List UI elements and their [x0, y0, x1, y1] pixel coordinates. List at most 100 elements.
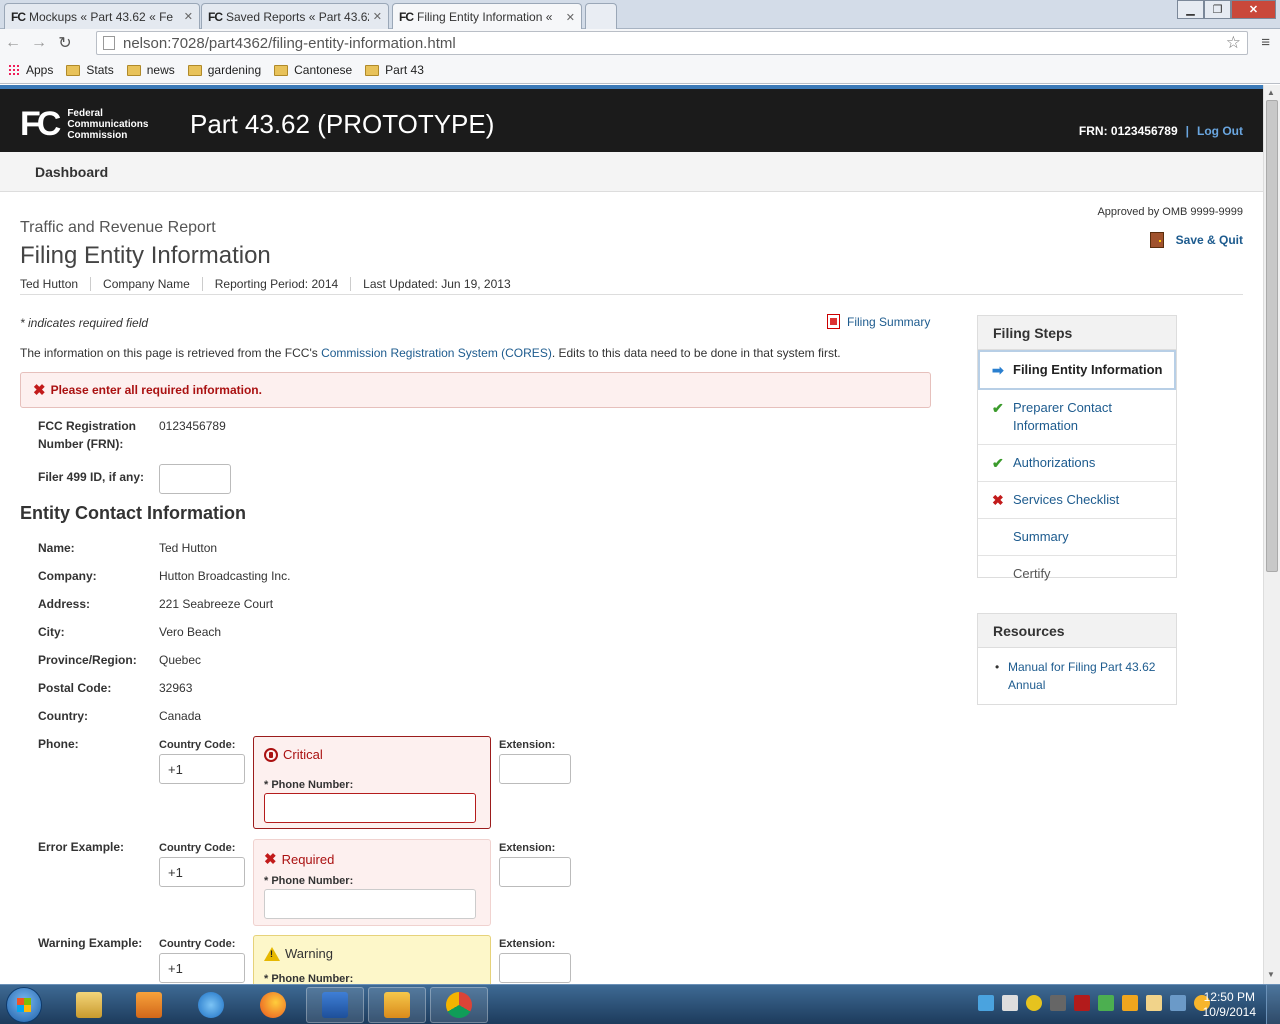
- filing-summary-link[interactable]: Filing Summary: [827, 314, 930, 329]
- phone-number-label: * Phone Number:: [264, 973, 354, 984]
- step-services-checklist[interactable]: ✖ Services Checklist: [978, 482, 1176, 519]
- scroll-thumb[interactable]: [1266, 100, 1278, 572]
- network-icon[interactable]: [1170, 995, 1186, 1011]
- mail-icon[interactable]: [1146, 995, 1162, 1011]
- address-bar[interactable]: nelson:7028/part4362/filing-entity-infor…: [96, 31, 1248, 55]
- close-window-button[interactable]: ✕: [1231, 0, 1276, 19]
- browser-toolbar: ← → ↻ nelson:7028/part4362/filing-entity…: [0, 29, 1280, 57]
- frn-label: FCC Registration Number (FRN):: [38, 417, 136, 453]
- outlook-icon: [384, 992, 410, 1018]
- bookmark-stats[interactable]: Stats: [66, 63, 114, 77]
- filer-id-input[interactable]: [159, 464, 231, 494]
- shield-icon[interactable]: [1074, 995, 1090, 1011]
- taskbar-word[interactable]: [306, 987, 364, 1023]
- save-quit-button[interactable]: Save & Quit: [1149, 232, 1243, 248]
- country-code-label: Country Code:: [159, 938, 236, 950]
- close-icon[interactable]: ✕: [373, 10, 382, 23]
- system-clock[interactable]: 12:50 PM 10/9/2014: [1203, 990, 1256, 1020]
- volume-icon[interactable]: [1002, 995, 1018, 1011]
- restore-button[interactable]: ❐: [1204, 0, 1231, 19]
- firefox-icon: [260, 992, 286, 1018]
- browser-menu-icon[interactable]: ≡: [1261, 34, 1270, 51]
- bookmark-label: Apps: [26, 63, 54, 77]
- country-code-input[interactable]: [159, 857, 245, 887]
- logout-link[interactable]: Log Out: [1197, 124, 1243, 138]
- bookmark-news[interactable]: news: [126, 63, 175, 77]
- extension-input[interactable]: [499, 857, 571, 887]
- bookmark-gardening[interactable]: gardening: [187, 63, 261, 77]
- taskbar-internet-explorer[interactable]: [182, 987, 240, 1023]
- close-icon[interactable]: ✕: [566, 11, 575, 24]
- resource-manual-link[interactable]: Manual for Filing Part 43.62 Annual: [995, 658, 1162, 694]
- filing-steps-panel: Filing Steps ➡ Filing Entity Information…: [977, 315, 1177, 581]
- required-label: Required: [281, 851, 335, 867]
- step-label: Services Checklist: [1013, 492, 1120, 507]
- clock-date: 10/9/2014: [1202, 1005, 1256, 1019]
- phone-number-input[interactable]: [264, 889, 476, 919]
- extension-label: Extension:: [499, 938, 556, 950]
- bookmark-star-icon[interactable]: ☆: [1226, 33, 1241, 53]
- site-title: Part 43.62 (PROTOTYPE): [190, 109, 495, 139]
- folder-icon: [66, 64, 81, 76]
- check-icon[interactable]: [1098, 995, 1114, 1011]
- vm-icon[interactable]: [1050, 995, 1066, 1011]
- bookmark-cantonese[interactable]: Cantonese: [274, 63, 352, 77]
- contact-label: City:: [38, 625, 65, 639]
- windows-taskbar: 12:50 PM 10/9/2014: [0, 984, 1280, 1024]
- page-viewport: FC Federal Communications Commission Par…: [0, 85, 1263, 984]
- step-summary[interactable]: Summary: [978, 519, 1176, 556]
- new-tab-button[interactable]: [585, 3, 617, 29]
- fcc-logo[interactable]: FC Federal Communications Commission: [20, 105, 148, 144]
- info-text: . Edits to this data need to be done in …: [551, 346, 841, 360]
- cores-info: The information on this page is retrieve…: [20, 346, 841, 360]
- bookmark-part43[interactable]: Part 43: [365, 63, 424, 77]
- frn-value: 0123456789: [159, 419, 226, 433]
- country-code-label: Country Code:: [159, 739, 236, 751]
- dropbox-icon[interactable]: [978, 995, 994, 1011]
- browser-tab-saved-reports[interactable]: FC Saved Reports « Part 43.62 ✕: [201, 3, 389, 29]
- phone-number-input[interactable]: [264, 793, 476, 823]
- meta-updated: Last Updated: Jun 19, 2013: [350, 277, 522, 291]
- stop-hand-icon: [264, 747, 278, 762]
- taskbar-explorer[interactable]: [60, 987, 118, 1023]
- country-code-input[interactable]: [159, 953, 245, 983]
- error-alert: ✖ Please enter all required information.: [20, 372, 931, 408]
- reload-icon[interactable]: ↻: [52, 33, 78, 53]
- scroll-up-icon[interactable]: ▲: [1267, 88, 1275, 97]
- agency-name: Federal Communications Commission: [67, 108, 148, 141]
- resources-panel: Resources Manual for Filing Part 43.62 A…: [977, 613, 1177, 705]
- extension-input[interactable]: [499, 754, 571, 784]
- bookmark-label: Stats: [86, 63, 114, 77]
- extension-input[interactable]: [499, 953, 571, 983]
- taskbar-outlook[interactable]: [368, 987, 426, 1023]
- step-authorizations[interactable]: ✔ Authorizations: [978, 445, 1176, 482]
- tray-app-icon[interactable]: [1026, 995, 1042, 1011]
- phone-number-label: * Phone Number:: [264, 875, 354, 887]
- nav-dashboard[interactable]: Dashboard: [35, 164, 108, 180]
- taskbar-firefox[interactable]: [244, 987, 302, 1023]
- back-arrow-icon[interactable]: ←: [0, 34, 26, 52]
- bookmark-label: Part 43: [385, 63, 424, 77]
- step-preparer-contact[interactable]: ✔ Preparer Contact Information: [978, 390, 1176, 445]
- taskbar-chrome[interactable]: [430, 987, 488, 1023]
- browser-tab-filing-entity[interactable]: FC Filing Entity Information « ✕: [392, 3, 582, 30]
- bookmark-apps[interactable]: Apps: [8, 63, 53, 77]
- info-text: The information on this page is retrieve…: [20, 346, 322, 360]
- outlook-tray-icon[interactable]: [1122, 995, 1138, 1011]
- minimize-button[interactable]: ▁: [1177, 0, 1204, 19]
- page-scrollbar[interactable]: ▲ ▼: [1263, 85, 1280, 984]
- close-icon[interactable]: ✕: [184, 10, 193, 23]
- contact-label: Name:: [38, 541, 75, 555]
- pdf-icon: [827, 314, 840, 329]
- country-code-input[interactable]: [159, 754, 245, 784]
- section-title: Entity Contact Information: [20, 503, 246, 523]
- site-header: FC Federal Communications Commission Par…: [0, 85, 1263, 152]
- forward-arrow-icon[interactable]: →: [26, 34, 52, 52]
- browser-tab-mockups[interactable]: FC Mockups « Part 43.62 « Fe ✕: [4, 3, 200, 29]
- cores-link[interactable]: Commission Registration System (CORES): [321, 346, 552, 360]
- start-button[interactable]: [6, 987, 42, 1023]
- show-desktop-button[interactable]: [1266, 985, 1280, 1024]
- scroll-down-icon[interactable]: ▼: [1267, 970, 1275, 979]
- taskbar-media-player[interactable]: [120, 987, 178, 1023]
- step-filing-entity[interactable]: ➡ Filing Entity Information: [978, 350, 1176, 390]
